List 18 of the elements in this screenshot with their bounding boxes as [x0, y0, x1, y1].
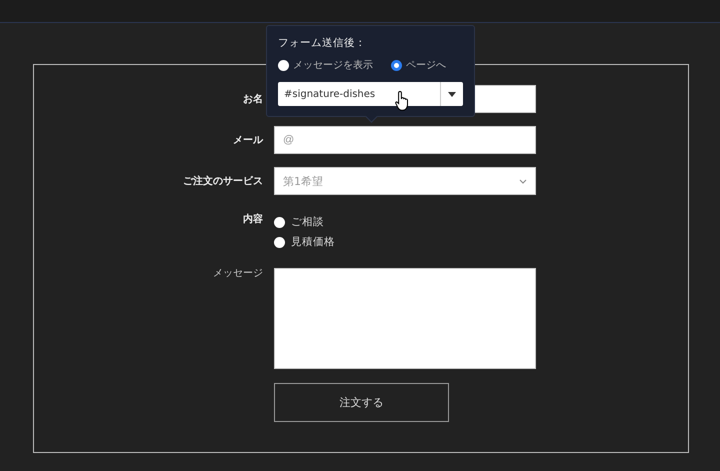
radio-option[interactable]: メッセージを表示 — [278, 58, 373, 72]
field-label: ご注文のサービス — [182, 174, 263, 188]
field-label: メッセージ — [212, 267, 263, 280]
field-label: お名 — [242, 92, 263, 106]
radio-option[interactable]: ご相談 — [274, 215, 324, 229]
popover-title: フォーム送信後： — [278, 36, 367, 50]
input-field[interactable]: @ — [274, 126, 536, 154]
anchor-field[interactable]: #signature-dishes — [278, 82, 440, 106]
field-label: 内容 — [242, 212, 263, 226]
chevron-down-icon — [519, 178, 527, 184]
caret-icon — [448, 92, 456, 96]
radio-option[interactable]: ページへ — [391, 58, 446, 72]
dropdown-button[interactable] — [440, 82, 463, 106]
field-label: メール — [232, 134, 263, 147]
hand-cursor-icon — [395, 90, 411, 112]
radio-option[interactable]: 見積価格 — [274, 235, 335, 249]
submit-button[interactable]: 注文する — [274, 383, 449, 422]
message-field[interactable] — [274, 268, 536, 369]
